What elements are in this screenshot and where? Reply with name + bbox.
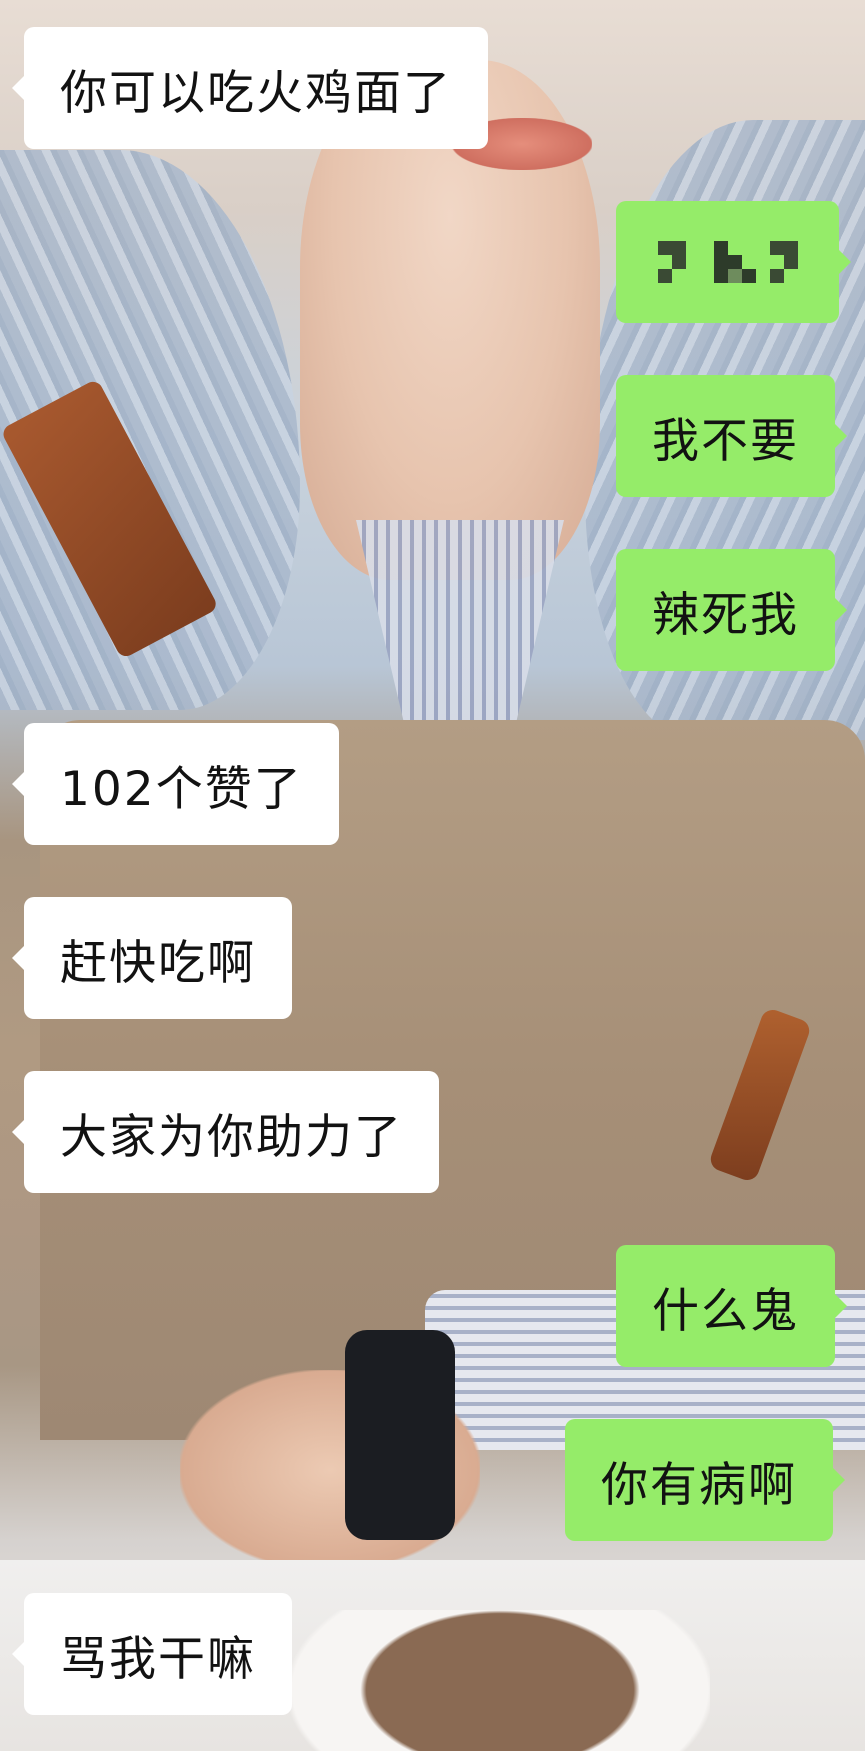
pixelated-text (657, 241, 798, 283)
message-bubble-received[interactable]: 大家为你助力了 (12, 1071, 439, 1193)
message-text: 辣死我 (652, 587, 799, 643)
message-bubble-sent-redacted[interactable] (616, 201, 851, 323)
coffee-cup (290, 1610, 710, 1751)
message-text: 我不要 (652, 413, 799, 469)
message-bubble-received[interactable]: 赶快吃啊 (12, 897, 292, 1019)
message-text: 102个赞了 (60, 761, 303, 817)
message-text: 大家为你助力了 (60, 1109, 403, 1165)
message-bubble-sent[interactable]: 我不要 (616, 375, 847, 497)
message-bubble-received[interactable]: 骂我干嘛 (12, 1593, 292, 1715)
message-text: 你可以吃火鸡面了 (60, 65, 452, 121)
message-bubble-received[interactable]: 你可以吃火鸡面了 (12, 27, 488, 149)
striped-shirt (356, 520, 564, 740)
message-text: 赶快吃啊 (60, 935, 256, 991)
message-bubble-sent[interactable]: 辣死我 (616, 549, 847, 671)
message-text: 什么鬼 (652, 1283, 799, 1339)
message-text: 骂我干嘛 (60, 1631, 256, 1687)
message-bubble-sent[interactable]: 你有病啊 (565, 1419, 845, 1541)
message-bubble-sent[interactable]: 什么鬼 (616, 1245, 847, 1367)
wristwatch (345, 1330, 455, 1540)
message-text: 你有病啊 (601, 1457, 797, 1513)
message-bubble-received[interactable]: 102个赞了 (12, 723, 339, 845)
